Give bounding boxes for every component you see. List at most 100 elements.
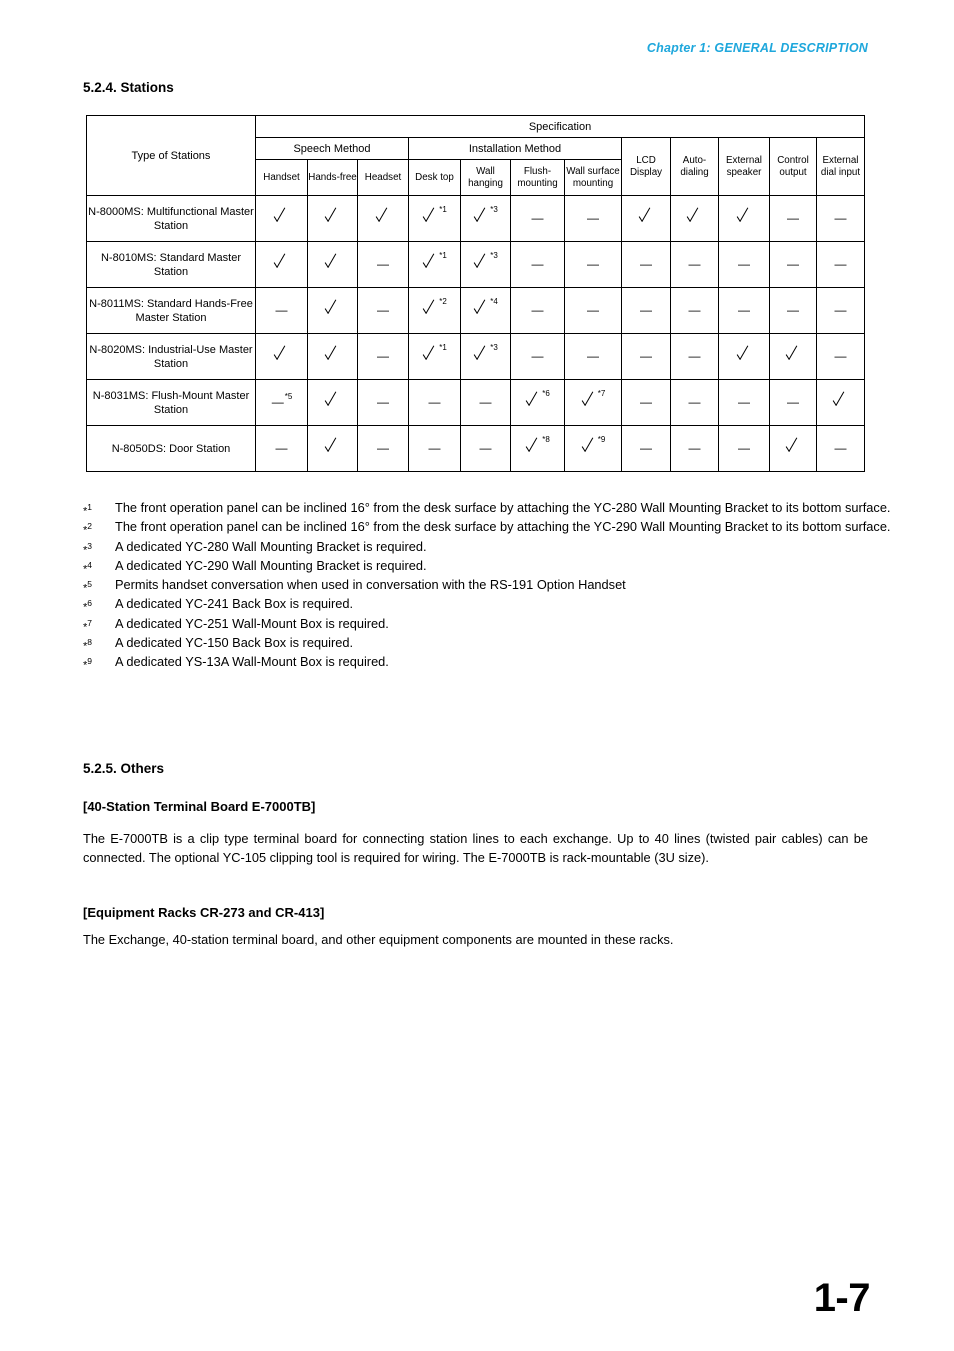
table-cell <box>307 287 358 334</box>
table-cell: — <box>621 333 671 380</box>
subsection-title-terminal-board: [40-Station Terminal Board E-7000TB] <box>83 799 316 814</box>
header-auto-dialing: Auto-dialing <box>670 137 719 196</box>
dash-icon: — <box>587 257 599 271</box>
check-icon <box>325 209 340 226</box>
header-flush-mounting: Flush-mounting <box>510 159 565 196</box>
check-icon <box>474 255 489 272</box>
table-cell <box>307 379 358 426</box>
table-cell: — <box>670 333 719 380</box>
chapter-header: Chapter 1: GENERAL DESCRIPTION <box>646 41 868 55</box>
dash-icon: — <box>479 395 492 409</box>
header-specification: Specification <box>255 115 865 138</box>
check-icon <box>582 439 597 456</box>
footnote-marker: *3 <box>490 250 498 260</box>
footnote: *3 A dedicated YC-280 Wall Mounting Brack… <box>83 537 873 557</box>
check-icon <box>639 209 654 226</box>
footnote: *7 A dedicated YC-251 Wall-Mount Box is r… <box>83 614 873 634</box>
table-row: N-8031MS: Flush-Mount Master Station — *5—… <box>86 379 865 426</box>
header-external-dial-input: External dial input <box>816 137 865 196</box>
footnote-text: The front operation panel can be incline… <box>115 500 891 515</box>
check-icon <box>423 209 438 226</box>
table-cell: — <box>621 379 671 426</box>
check-icon <box>325 439 340 456</box>
table-cell: *1 <box>408 333 461 380</box>
footnote: *2 The front operation panel can be incli… <box>83 517 900 537</box>
paragraph-equipment-racks: The Exchange, 40-station terminal board,… <box>83 932 674 947</box>
header-handset: Handset <box>255 159 308 196</box>
section-title-stations: 5.2.4. Stations <box>83 80 174 95</box>
table-cell: — <box>718 379 770 426</box>
table-cell <box>769 425 817 472</box>
footnote-marker: *6 <box>542 388 550 398</box>
dash-icon: — <box>688 441 701 455</box>
table-cell: — <box>670 287 719 334</box>
dash-icon: — <box>834 441 847 455</box>
dash-icon: — <box>428 395 441 409</box>
table-cell: — <box>816 425 865 472</box>
check-icon <box>325 301 340 318</box>
table-cell: *3 <box>460 195 511 242</box>
footnote-marker: *2 <box>439 296 447 306</box>
table-cell: — <box>510 241 565 288</box>
header-external-speaker: External speaker <box>718 137 770 196</box>
station-type-name: N-8000MS: Multifunctional Master Station <box>86 195 256 242</box>
station-type-name: N-8020MS: Industrial-Use Master Station <box>86 333 256 380</box>
check-icon <box>376 209 391 226</box>
dash-icon: — <box>738 441 750 455</box>
dash-icon: — <box>834 257 847 271</box>
dash-icon: — <box>377 441 389 455</box>
table-cell <box>718 195 770 242</box>
dash-icon: — <box>738 395 750 409</box>
footnote-id: *9 <box>83 656 93 673</box>
table-cell: — <box>408 425 461 472</box>
check-icon <box>423 347 438 364</box>
table-cell <box>255 195 308 242</box>
check-icon <box>274 209 289 226</box>
section-title-others: 5.2.5. Others <box>83 761 165 776</box>
page-number: 1-7 <box>813 1276 871 1320</box>
check-icon <box>737 347 752 364</box>
footnote-text: A dedicated YC-241 Back Box is required. <box>115 596 354 612</box>
check-icon <box>325 347 340 364</box>
table-cell: — <box>769 195 817 242</box>
dash-icon: — <box>531 257 544 271</box>
check-icon <box>786 439 801 456</box>
dash-icon: — <box>834 349 847 363</box>
table-cell <box>255 333 308 380</box>
dash-icon: — <box>640 395 652 409</box>
table-cell: — <box>460 379 511 426</box>
table-cell: *1 <box>408 241 461 288</box>
table-cell: — <box>564 333 622 380</box>
check-icon <box>274 347 289 364</box>
header-headset: Headset <box>357 159 409 196</box>
dash-icon: — <box>688 303 701 317</box>
document-page: Chapter 1: GENERAL DESCRIPTION 5.2.4. St… <box>0 0 954 1351</box>
table-cell: — <box>816 287 865 334</box>
station-type-name: N-8050DS: Door Station <box>86 425 256 472</box>
header-wall-hanging: Wall hanging <box>460 159 511 196</box>
footnote-marker: *1 <box>439 204 447 214</box>
dash-icon: — <box>377 349 389 363</box>
footnote: *5 Permits handset conversation when used… <box>83 575 873 595</box>
footnote-marker: *5 <box>284 392 293 401</box>
footnote: *8 A dedicated YC-150 Back Box is require… <box>83 633 873 653</box>
dash-icon: — <box>275 303 288 317</box>
footnote-text: Permits handset conversation when used i… <box>115 577 626 593</box>
table-cell <box>718 333 770 380</box>
dash-icon: — <box>479 441 492 455</box>
footnote: *1 The front operation panel can be incli… <box>83 498 900 518</box>
table-cell: — <box>621 241 671 288</box>
dash-icon: — <box>275 441 288 455</box>
stations-specification-table: Type of Stations Specification Speech Me… <box>86 115 865 472</box>
table-cell: — <box>564 241 622 288</box>
check-icon <box>526 393 541 410</box>
dash-icon: — <box>787 395 799 409</box>
dash-icon: — <box>688 257 701 271</box>
table-cell <box>621 195 671 242</box>
footnote-marker: *9 <box>597 434 606 444</box>
table-cell: — <box>357 333 409 380</box>
dash-icon: — <box>688 349 701 363</box>
check-icon <box>423 255 438 272</box>
check-icon <box>786 347 801 364</box>
check-icon <box>526 439 541 456</box>
